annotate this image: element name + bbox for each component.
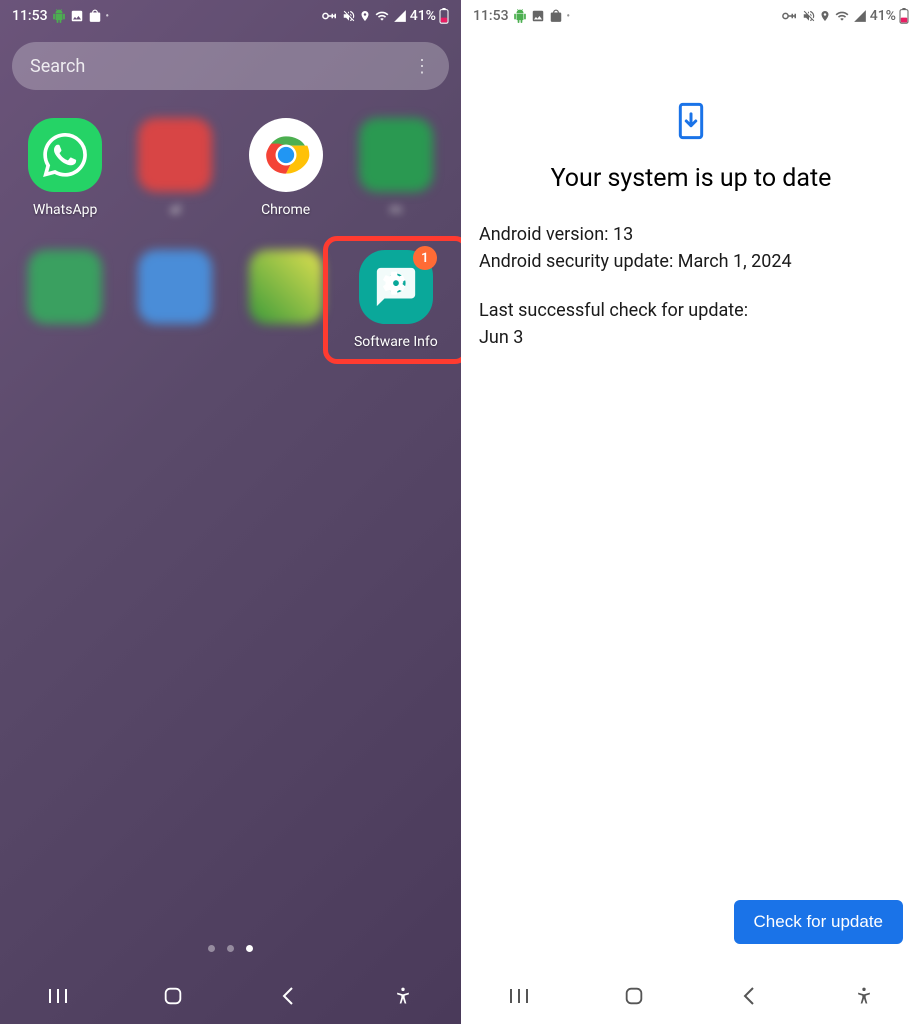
signal-icon (853, 9, 867, 23)
android-icon (513, 9, 527, 23)
nav-bar-left (0, 968, 461, 1024)
system-update-icon (676, 102, 706, 144)
version-info-block: Android version: 13 Android security upd… (479, 221, 903, 275)
back-button[interactable] (268, 976, 308, 1016)
wifi-icon (834, 9, 850, 23)
app-whatsapp[interactable]: WhatsApp (10, 118, 120, 218)
status-time: 11:53 (473, 8, 509, 24)
last-check-block: Last successful check for update: Jun 3 (479, 297, 903, 351)
status-dot: • (567, 11, 571, 22)
mute-icon (802, 9, 816, 23)
search-menu-icon[interactable]: ⋮ (413, 56, 431, 77)
last-check-value: Jun 3 (479, 324, 903, 351)
last-check-label: Last successful check for update: (479, 297, 903, 324)
app-label (63, 334, 66, 350)
battery-icon (899, 8, 909, 24)
location-icon (819, 9, 831, 23)
page-indicator[interactable] (0, 945, 461, 952)
status-time: 11:53 (12, 8, 48, 24)
vpn-icon (321, 9, 339, 23)
app-label: WhatsApp (33, 202, 97, 218)
shop-icon (549, 9, 563, 23)
chrome-icon (249, 118, 323, 192)
security-update-value: March 1, 2024 (678, 251, 792, 272)
app-label (284, 334, 287, 350)
gallery-icon (531, 9, 545, 23)
check-for-update-button[interactable]: Check for update (734, 900, 903, 944)
wifi-icon (374, 9, 390, 23)
location-icon (359, 9, 371, 23)
blurred-app-icon (138, 250, 212, 324)
app-blurred-2[interactable]: m (341, 118, 451, 218)
android-icon (52, 9, 66, 23)
blurred-app-icon (249, 250, 323, 324)
security-update-label: Android security update: (479, 251, 678, 272)
software-info-icon: 1 (359, 250, 433, 324)
status-dot: • (106, 11, 110, 22)
search-bar[interactable]: Search ⋮ (12, 42, 449, 90)
battery-icon (439, 8, 449, 24)
home-button[interactable] (153, 976, 193, 1016)
blurred-app-icon (28, 250, 102, 324)
vpn-icon (781, 9, 799, 23)
nav-bar-right (461, 968, 921, 1024)
home-screen-panel: 11:53 • (0, 0, 461, 1024)
app-label: al (170, 202, 181, 218)
whatsapp-icon (28, 118, 102, 192)
system-update-panel: 11:53 • (461, 0, 921, 1024)
app-chrome[interactable]: Chrome (231, 118, 341, 218)
status-bar-right: 11:53 • (461, 0, 921, 32)
search-placeholder: Search (30, 56, 413, 77)
update-title: Your system is up to date (479, 164, 903, 193)
signal-icon (393, 9, 407, 23)
recents-button[interactable] (499, 976, 539, 1016)
app-blurred-4[interactable] (120, 250, 230, 350)
home-button[interactable] (614, 976, 654, 1016)
notification-badge: 1 (413, 246, 437, 270)
page-dot-active (246, 945, 253, 952)
recents-button[interactable] (38, 976, 78, 1016)
app-software-info[interactable]: 1 Software Info (341, 250, 451, 350)
app-grid: WhatsApp al Chrome m (0, 100, 461, 368)
app-blurred-3[interactable] (10, 250, 120, 350)
page-dot (208, 945, 215, 952)
android-version-label: Android version: (479, 224, 613, 245)
back-button[interactable] (729, 976, 769, 1016)
blurred-app-icon (359, 118, 433, 192)
update-content: Your system is up to date Android versio… (461, 32, 921, 1024)
shop-icon (88, 9, 102, 23)
app-label: Chrome (261, 202, 310, 218)
page-dot (227, 945, 234, 952)
app-blurred-1[interactable]: al (120, 118, 230, 218)
battery-percent: 41% (870, 8, 896, 24)
android-version-value: 13 (613, 224, 633, 245)
app-label: m (390, 202, 402, 218)
app-label (174, 334, 177, 350)
accessibility-button[interactable] (383, 976, 423, 1016)
status-bar-left: 11:53 • (0, 0, 461, 32)
mute-icon (342, 9, 356, 23)
blurred-app-icon (138, 118, 212, 192)
battery-percent: 41% (410, 8, 436, 24)
accessibility-button[interactable] (844, 976, 884, 1016)
gallery-icon (70, 9, 84, 23)
